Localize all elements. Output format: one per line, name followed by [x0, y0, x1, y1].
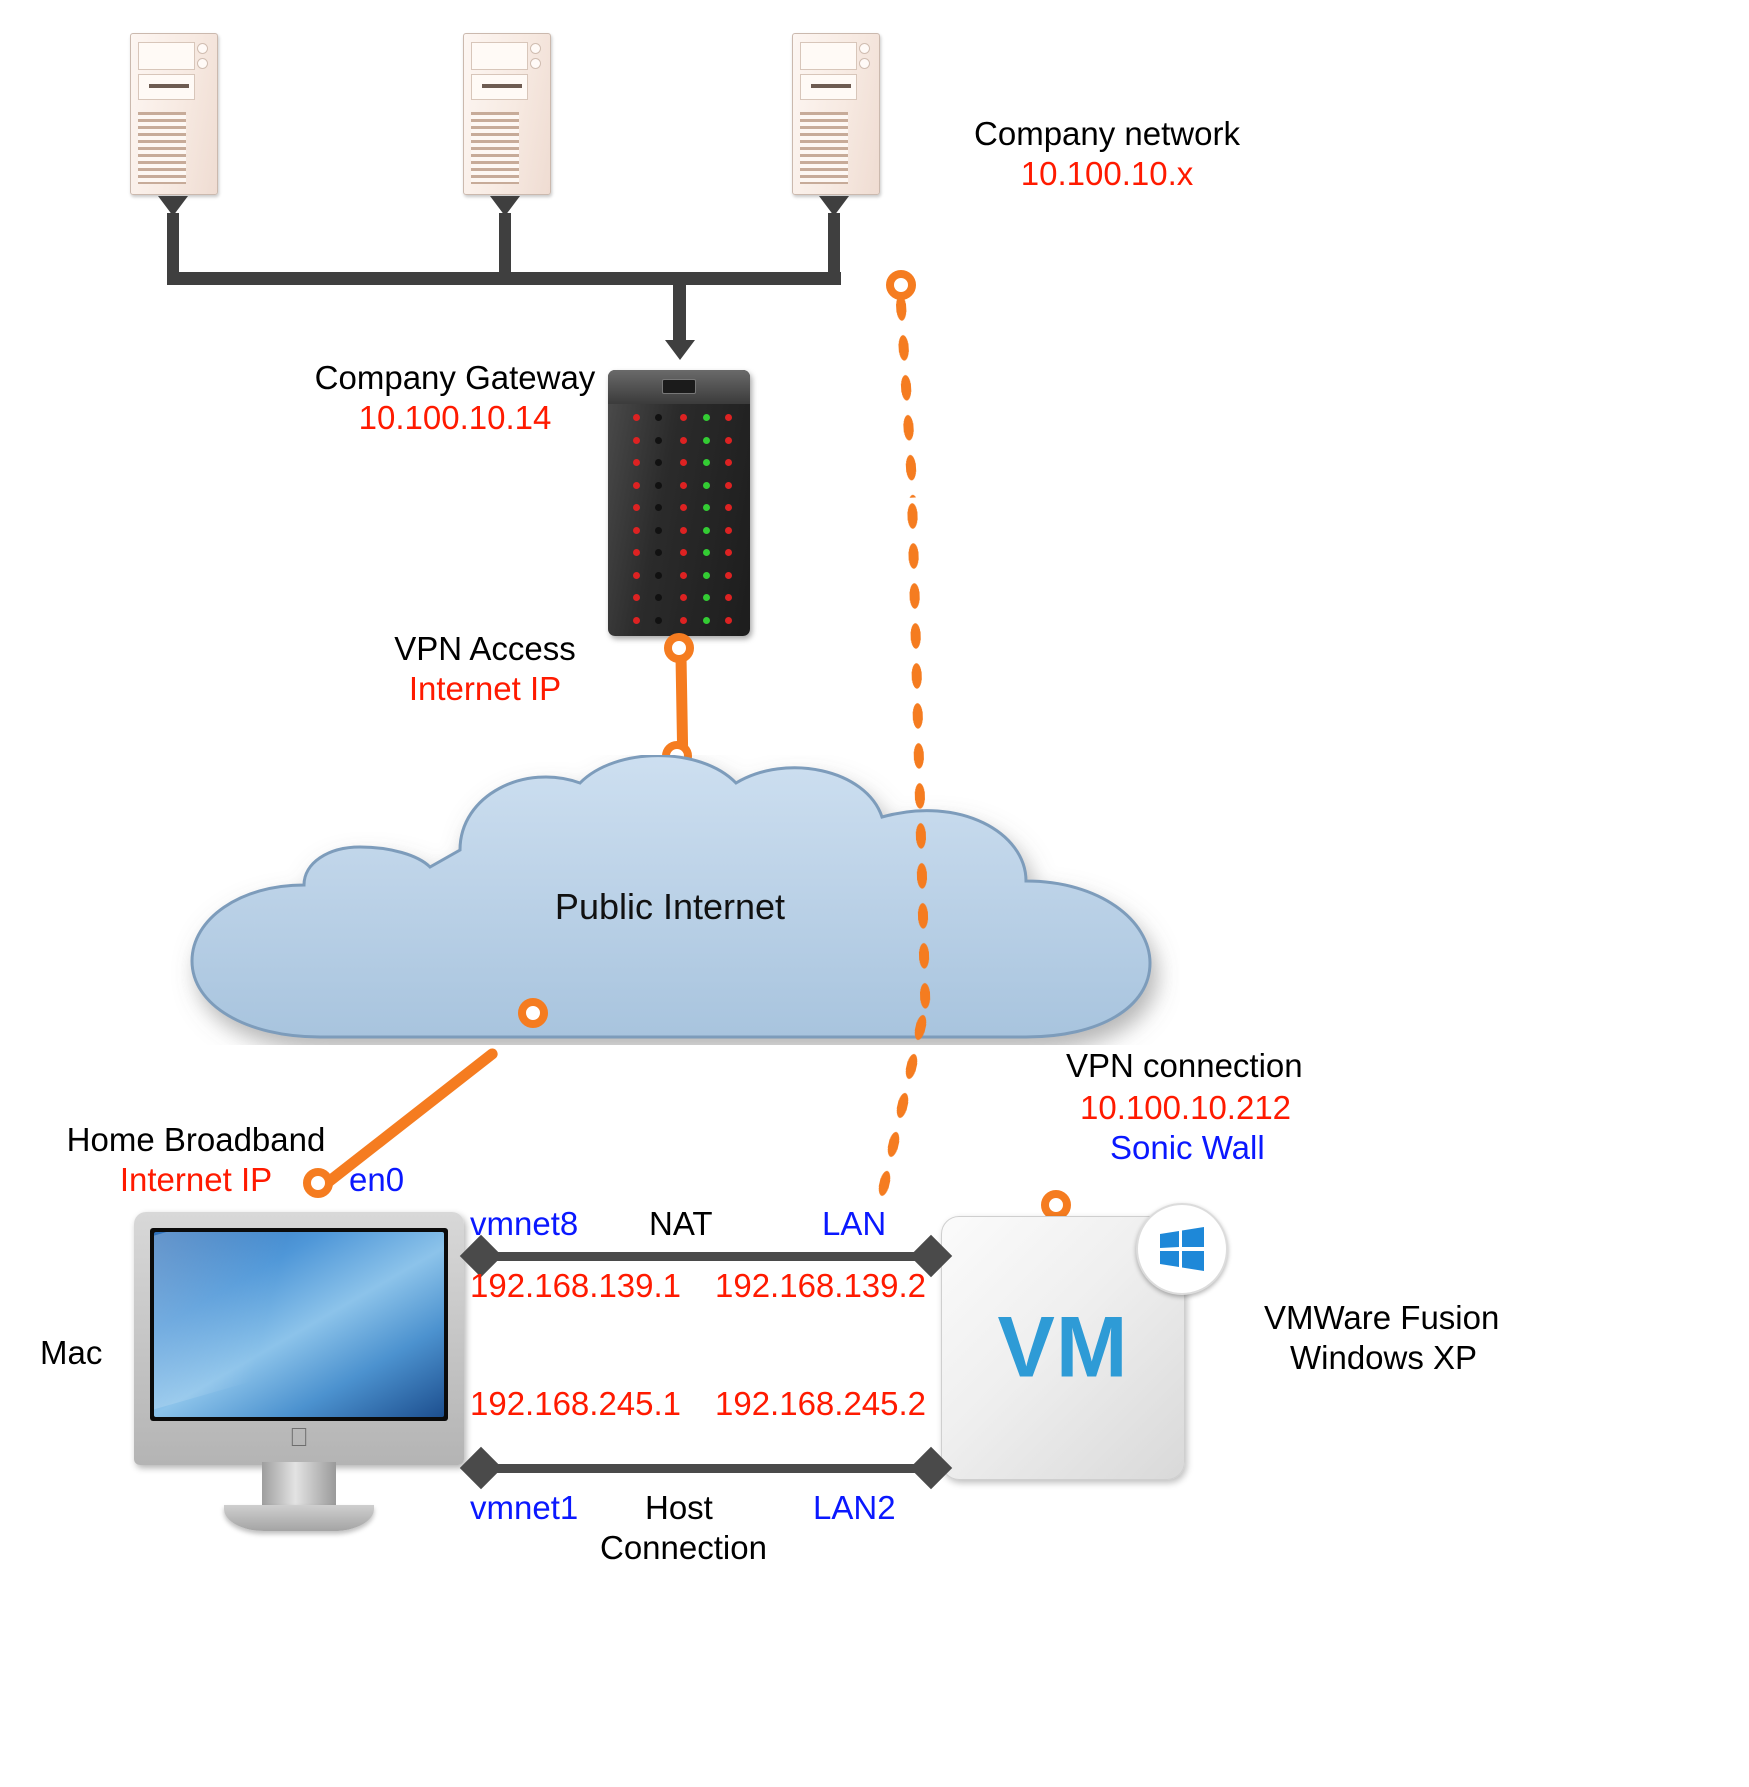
company-network-ip: 10.100.10.x: [1020, 155, 1194, 192]
power-button-icon: [530, 43, 541, 54]
mac-stand-foot: [224, 1505, 374, 1531]
home-broadband-endpoint-cloud: [518, 998, 548, 1028]
server-tower-3: [792, 33, 880, 195]
vpn-connection-ip: 10.100.10.212: [1080, 1089, 1292, 1126]
mac-computer: : [134, 1212, 464, 1465]
host-connection-title-line2: Connection: [600, 1529, 767, 1566]
vpn-access-endpoint-gateway: [664, 633, 694, 663]
server-2-arrow-icon: [490, 196, 520, 216]
nat-left-ip: 192.168.139.1: [470, 1267, 682, 1304]
lan-interface-label: LAN: [822, 1205, 887, 1242]
vpn-tunnel-dotted-upper: [892, 287, 921, 499]
cloud-label: Public Internet: [554, 886, 786, 927]
gateway-arrow-icon: [665, 340, 695, 360]
server-slot-icon: [811, 84, 851, 88]
server-slot-icon: [149, 84, 189, 88]
vmnet1-interface-label: vmnet1: [470, 1489, 579, 1526]
server-bay-icon: [138, 42, 195, 70]
server-tower-1: [130, 33, 218, 195]
vpn-connection-title: VPN connection: [1066, 1047, 1303, 1084]
company-network-title: Company network: [974, 115, 1240, 152]
home-broadband-title: Home Broadband: [66, 1121, 326, 1158]
nat-title-label: NAT: [649, 1205, 713, 1242]
reset-button-icon: [859, 58, 870, 69]
gateway-led-column-3: [677, 414, 690, 636]
gateway-led-column-5: [722, 414, 735, 636]
company-gateway-ip: 10.100.10.14: [358, 399, 552, 436]
server-vents-icon: [138, 112, 186, 184]
vmnet8-interface-label: vmnet8: [470, 1205, 579, 1242]
en0-interface-label: en0: [349, 1161, 405, 1198]
home-broadband-endpoint-mac: [303, 1168, 333, 1198]
gateway-logo-icon: [662, 379, 696, 394]
gateway-led-column-1: [630, 414, 643, 636]
server-vents-icon: [800, 112, 848, 184]
vm-label: VM: [997, 1299, 1129, 1396]
vpn-tunnel-endpoint-network: [886, 270, 916, 300]
reset-button-icon: [530, 58, 541, 69]
company-gateway-device: [608, 370, 750, 636]
server-bay-icon: [800, 42, 857, 70]
vpn-connection-device: Sonic Wall: [1110, 1129, 1265, 1166]
server-3-arrow-icon: [819, 196, 849, 216]
network-diagram-canvas: Company network 10.100.10.x Company Gate…: [0, 0, 1749, 1787]
host-right-ip: 192.168.245.2: [715, 1385, 927, 1422]
home-broadband-link: [316, 1046, 500, 1193]
windows-flag-icon: [1160, 1227, 1204, 1271]
gateway-led-column-4: [700, 414, 713, 636]
company-network-bus: [167, 272, 841, 285]
vmware-fusion-label-line2: Windows XP: [1290, 1339, 1478, 1376]
server-bay-icon: [471, 42, 528, 70]
mac-label: Mac: [40, 1334, 103, 1371]
vpn-access-title: VPN Access: [394, 630, 576, 667]
host-left-ip: 192.168.245.1: [470, 1385, 682, 1422]
vmware-fusion-label-line1: VMWare Fusion: [1264, 1299, 1500, 1336]
host-link-endpoint-mac: [459, 1446, 503, 1490]
gateway-uplink-line: [673, 272, 686, 347]
server-slot-icon: [482, 84, 522, 88]
mac-stand-neck: [262, 1462, 336, 1510]
server-tower-2: [463, 33, 551, 195]
power-button-icon: [859, 43, 870, 54]
server-1-arrow-icon: [158, 196, 188, 216]
nat-right-ip: 192.168.139.2: [715, 1267, 927, 1304]
reset-button-icon: [197, 58, 208, 69]
apple-logo-icon: : [289, 1422, 309, 1453]
gateway-led-column-2: [652, 414, 665, 636]
host-connection-title-line1: Host: [645, 1489, 713, 1526]
vpn-access-ip: Internet IP: [408, 670, 562, 707]
host-link-line: [478, 1464, 940, 1473]
windows-logo-badge: [1136, 1203, 1228, 1295]
power-button-icon: [197, 43, 208, 54]
home-broadband-ip: Internet IP: [119, 1161, 273, 1198]
server-vents-icon: [471, 112, 519, 184]
lan2-interface-label: LAN2: [813, 1489, 896, 1526]
company-gateway-title: Company Gateway: [314, 359, 596, 396]
mac-desktop-wallpaper: [154, 1232, 444, 1417]
mac-screen-bezel: [150, 1228, 448, 1421]
nat-link-line: [478, 1252, 940, 1261]
